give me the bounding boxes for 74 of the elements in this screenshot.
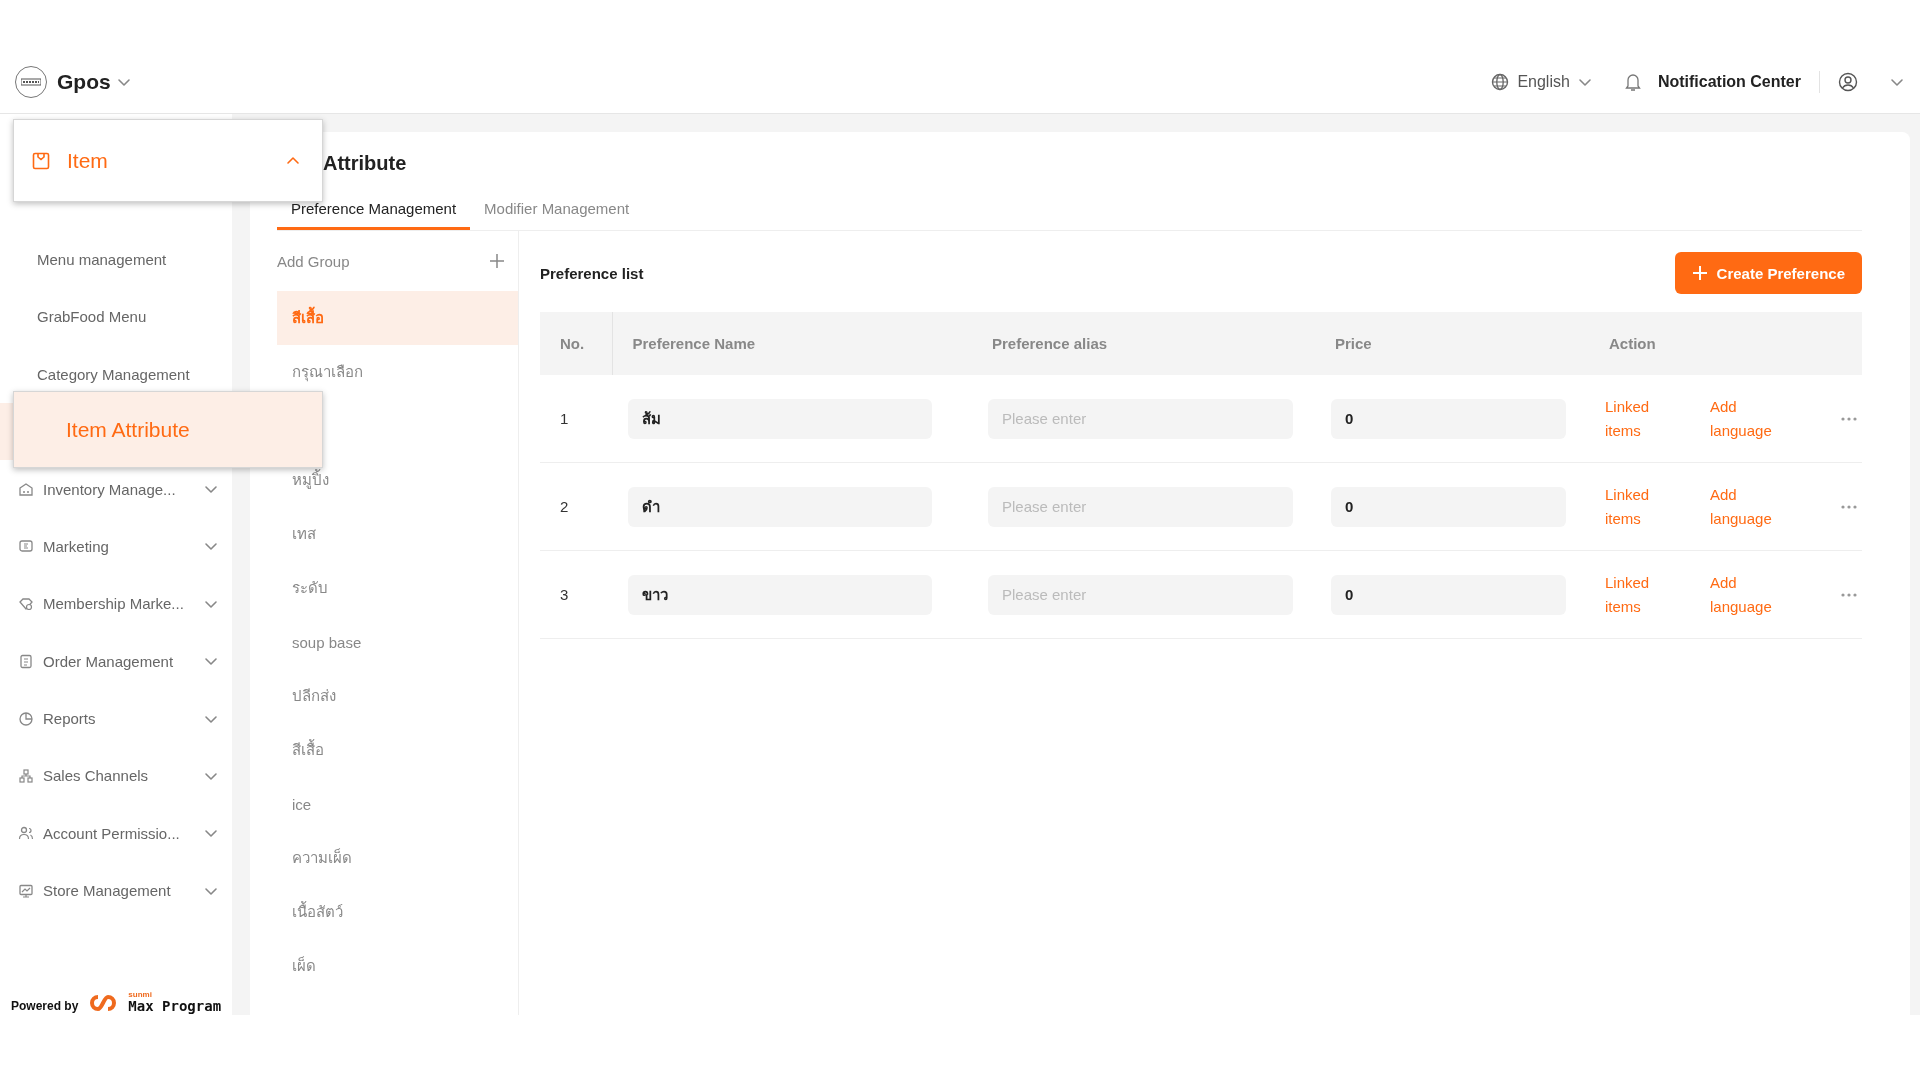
menu-icon bbox=[18, 825, 34, 842]
powered-by-label: Powered by bbox=[11, 999, 79, 1013]
highlighted-menu-callout[interactable]: Item Attribute bbox=[13, 391, 323, 468]
sidebar-item[interactable]: Account Permissio... bbox=[43, 824, 195, 842]
notification-center-link[interactable]: Notification Center bbox=[1657, 72, 1801, 91]
row-number: 3 bbox=[559, 586, 570, 603]
name-input-field[interactable]: ขาว bbox=[628, 574, 932, 615]
brand-name[interactable]: Gpos bbox=[57, 69, 111, 94]
sidebar-item[interactable]: Membership Marke... bbox=[43, 595, 195, 613]
menu-icon bbox=[18, 710, 34, 727]
price-input-field[interactable]: 0 bbox=[1331, 574, 1566, 615]
action-link[interactable]: Add language bbox=[1710, 395, 1785, 442]
sidebar-item[interactable]: Reports bbox=[43, 710, 195, 728]
section-title: Preference list bbox=[540, 264, 644, 282]
group-item[interactable]: เทส bbox=[277, 507, 518, 561]
column-header: Price bbox=[1334, 335, 1373, 352]
sidebar-item[interactable]: Store Management bbox=[43, 882, 195, 900]
menu-icon bbox=[18, 653, 34, 670]
name-input-field[interactable]: ส้ม bbox=[628, 398, 932, 439]
highlighted-menu-callout[interactable]: Item bbox=[13, 119, 323, 202]
group-item[interactable]: เผ็ด bbox=[277, 939, 518, 993]
user-avatar-icon[interactable] bbox=[1838, 71, 1858, 92]
action-link[interactable]: Linked items bbox=[1605, 395, 1680, 442]
column-header: Preference alias bbox=[991, 335, 1109, 352]
plus-icon bbox=[1691, 265, 1708, 281]
brand-text: Max Program bbox=[128, 999, 222, 1013]
group-item[interactable]: soup base bbox=[277, 615, 518, 669]
alias-input-field[interactable]: Please enter bbox=[988, 574, 1293, 615]
menu-icon bbox=[18, 768, 34, 784]
column-header: No. bbox=[559, 335, 586, 352]
column-header: Preference Name bbox=[631, 335, 757, 352]
sidebar-item[interactable]: Order Management bbox=[43, 652, 195, 670]
plus-icon[interactable] bbox=[490, 254, 504, 268]
more-options-icon[interactable] bbox=[1841, 592, 1857, 597]
group-item[interactable]: สีเสื้อ bbox=[277, 723, 518, 777]
row-number: 1 bbox=[559, 410, 570, 427]
action-link[interactable]: Linked items bbox=[1605, 483, 1680, 530]
group-item[interactable]: ice bbox=[277, 777, 518, 831]
globe-icon bbox=[1491, 72, 1510, 91]
menu-icon bbox=[18, 481, 34, 498]
alias-input-field[interactable]: Please enter bbox=[988, 486, 1293, 527]
page-title: Attribute bbox=[323, 152, 408, 176]
menu-icon bbox=[18, 595, 34, 612]
action-link[interactable]: Linked items bbox=[1605, 571, 1680, 618]
create-preference-button[interactable]: Create Preference bbox=[1674, 252, 1862, 294]
action-link[interactable]: Add language bbox=[1710, 571, 1785, 618]
sidebar-subitem[interactable]: Category Management bbox=[37, 365, 218, 383]
more-options-icon[interactable] bbox=[1841, 504, 1857, 509]
sidebar-item[interactable]: Inventory Manage... bbox=[43, 480, 195, 498]
alias-input-field[interactable]: Please enter bbox=[988, 398, 1293, 439]
group-item[interactable]: สีเสื้อ bbox=[277, 291, 518, 345]
price-input-field[interactable]: 0 bbox=[1331, 398, 1566, 439]
menu-icon bbox=[18, 538, 34, 555]
more-options-icon[interactable] bbox=[1841, 416, 1857, 421]
menu-icon bbox=[18, 882, 34, 899]
group-item[interactable]: ปลีกส่ง bbox=[277, 669, 518, 723]
group-item[interactable]: เนื้อสัตว์ bbox=[277, 885, 518, 939]
action-link[interactable]: Add language bbox=[1710, 483, 1785, 530]
sidebar-item[interactable]: Sales Channels bbox=[43, 767, 195, 785]
column-header: Action bbox=[1608, 335, 1657, 352]
tab[interactable]: Modifier Management bbox=[470, 186, 644, 230]
group-item[interactable]: ระดับ bbox=[277, 561, 518, 615]
sidebar-subitem[interactable]: GrabFood Menu bbox=[37, 308, 218, 326]
group-item[interactable]: ความเผ็ด bbox=[277, 831, 518, 885]
sidebar-subitem[interactable]: Menu management bbox=[37, 250, 218, 268]
name-input-field[interactable]: ดำ bbox=[628, 486, 932, 527]
language-selector[interactable]: English bbox=[1517, 72, 1570, 91]
brand-small-text: sunmi bbox=[128, 991, 153, 999]
price-input-field[interactable]: 0 bbox=[1331, 486, 1566, 527]
sidebar-item[interactable]: Marketing bbox=[43, 537, 195, 555]
bell-icon[interactable] bbox=[1623, 71, 1642, 92]
item-box-icon bbox=[32, 151, 50, 170]
row-number: 2 bbox=[559, 498, 570, 515]
add-group-label: Add Group bbox=[277, 252, 350, 270]
